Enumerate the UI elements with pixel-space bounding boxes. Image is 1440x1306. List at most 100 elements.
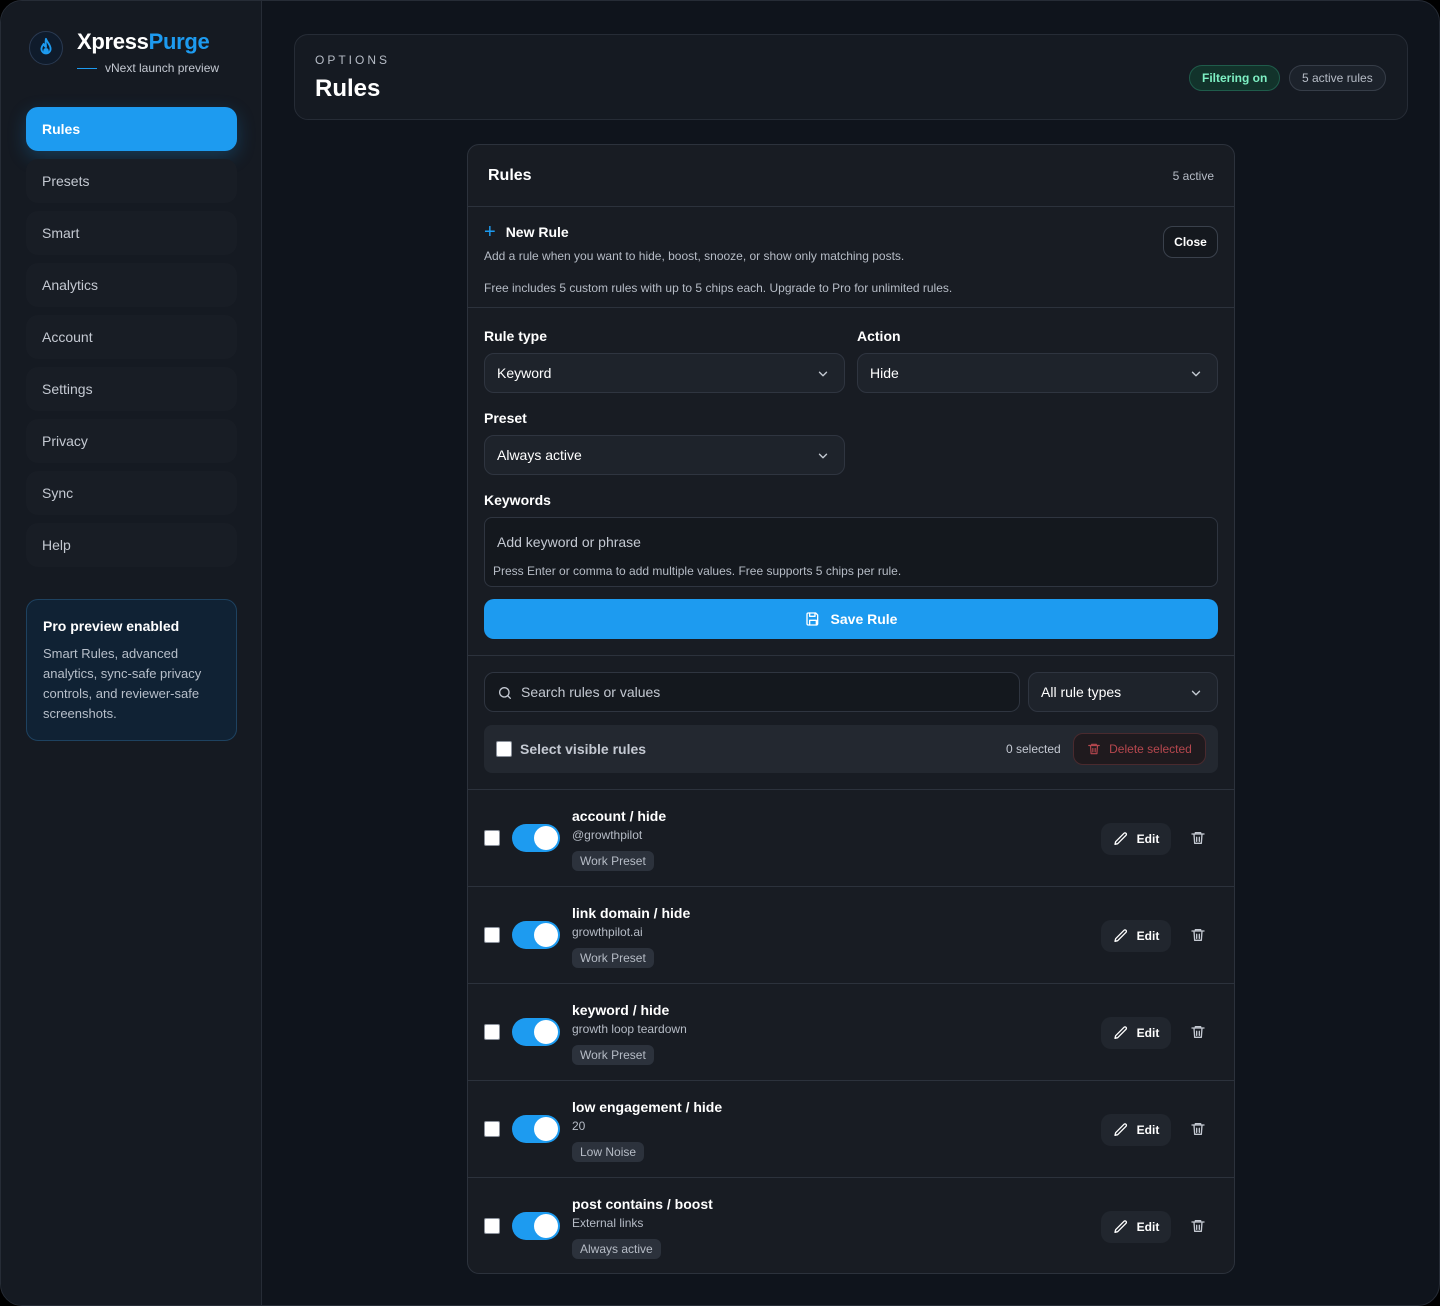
brand-name-part2: Purge bbox=[148, 29, 210, 54]
search-icon bbox=[499, 687, 511, 699]
divider bbox=[468, 655, 1234, 656]
panel-title: Rules bbox=[488, 167, 532, 184]
rule-enabled-toggle[interactable] bbox=[512, 1018, 560, 1046]
chevron-down-icon bbox=[1191, 690, 1201, 696]
preset-label: Preset bbox=[484, 410, 527, 426]
trash-icon[interactable] bbox=[1190, 927, 1206, 943]
rule-type-value: Keyword bbox=[497, 365, 552, 381]
edit-label: Edit bbox=[1136, 1220, 1160, 1234]
edit-rule-button[interactable]: Edit bbox=[1101, 1114, 1171, 1146]
rule-value: 20 bbox=[572, 1119, 586, 1133]
trash-icon[interactable] bbox=[1190, 1121, 1206, 1137]
edit-rule-button[interactable]: Edit bbox=[1101, 1211, 1171, 1243]
rule-type-filter-select[interactable]: All rule types bbox=[1028, 672, 1218, 712]
rule-title: post contains / boost bbox=[572, 1196, 713, 1212]
plus-icon: + bbox=[484, 221, 496, 243]
close-button[interactable]: Close bbox=[1163, 226, 1218, 258]
rule-title: link domain / hide bbox=[572, 905, 691, 921]
trash-icon[interactable] bbox=[1190, 1218, 1206, 1234]
rule-preset-tag: Low Noise bbox=[572, 1142, 645, 1162]
sidebar: XpressPurge vNext launch preview Rules P… bbox=[1, 1, 262, 1305]
rule-checkbox[interactable] bbox=[484, 830, 500, 846]
rule-checkbox[interactable] bbox=[484, 1218, 500, 1234]
action-select[interactable]: Hide bbox=[857, 353, 1218, 393]
rule-row: keyword / hide growth loop teardown Work… bbox=[468, 983, 1234, 1080]
sidebar-item-help[interactable]: Help bbox=[26, 523, 237, 567]
rule-type-select[interactable]: Keyword bbox=[484, 353, 845, 393]
sidebar-nav: Rules Presets Smart Analytics Account Se… bbox=[26, 107, 237, 575]
action-value: Hide bbox=[870, 365, 899, 381]
edit-label: Edit bbox=[1136, 929, 1160, 943]
sidebar-item-account[interactable]: Account bbox=[26, 315, 237, 359]
sidebar-item-analytics[interactable]: Analytics bbox=[26, 263, 237, 307]
keywords-label: Keywords bbox=[484, 492, 551, 508]
keywords-field: Press Enter or comma to add multiple val… bbox=[484, 517, 1218, 587]
pro-card-text: Smart Rules, advanced analytics, sync-sa… bbox=[43, 646, 202, 721]
sidebar-item-presets[interactable]: Presets bbox=[26, 159, 237, 203]
action-label: Action bbox=[857, 328, 901, 344]
brand-subtitle: vNext launch preview bbox=[77, 61, 219, 75]
rule-checkbox[interactable] bbox=[484, 1024, 500, 1040]
chevron-down-icon bbox=[1191, 371, 1201, 377]
edit-rule-button[interactable]: Edit bbox=[1101, 920, 1171, 952]
pro-preview-card: Pro preview enabled Smart Rules, advance… bbox=[26, 599, 237, 741]
delete-selected-label: Delete selected bbox=[1109, 742, 1192, 756]
brand: XpressPurge vNext launch preview bbox=[29, 29, 239, 81]
rule-preset-tag: Always active bbox=[572, 1239, 661, 1259]
rule-enabled-toggle[interactable] bbox=[512, 1115, 560, 1143]
edit-rule-button[interactable]: Edit bbox=[1101, 1017, 1171, 1049]
active-rules-badge: 5 active rules bbox=[1289, 65, 1386, 91]
edit-label: Edit bbox=[1136, 832, 1160, 846]
sidebar-item-sync[interactable]: Sync bbox=[26, 471, 237, 515]
save-rule-label: Save Rule bbox=[830, 611, 898, 627]
rule-row: post contains / boost External links Alw… bbox=[468, 1177, 1234, 1273]
app-window: XpressPurge vNext launch preview Rules P… bbox=[0, 0, 1440, 1306]
rule-title: account / hide bbox=[572, 808, 667, 824]
trash-icon bbox=[1088, 743, 1100, 755]
new-rule-description: Add a rule when you want to hide, boost,… bbox=[484, 249, 905, 263]
brand-name: XpressPurge bbox=[77, 29, 210, 55]
rule-preset-tag: Work Preset bbox=[572, 948, 654, 968]
edit-rule-button[interactable]: Edit bbox=[1101, 823, 1171, 855]
rule-value: External links bbox=[572, 1216, 644, 1230]
trash-icon[interactable] bbox=[1190, 1024, 1206, 1040]
rules-panel: Rules 5 active + New Rule Add a rule whe… bbox=[467, 144, 1235, 1274]
keyword-input[interactable] bbox=[497, 534, 1197, 550]
keywords-hint: Press Enter or comma to add multiple val… bbox=[493, 564, 902, 578]
rule-preset-tag: Work Preset bbox=[572, 851, 654, 871]
rule-row: account / hide @growthpilot Work Preset … bbox=[468, 789, 1234, 886]
sidebar-item-rules[interactable]: Rules bbox=[26, 107, 237, 151]
save-rule-button[interactable]: Save Rule bbox=[484, 599, 1218, 639]
search-input[interactable] bbox=[521, 684, 1001, 700]
preset-select[interactable]: Always active bbox=[484, 435, 845, 475]
trash-icon[interactable] bbox=[1190, 830, 1206, 846]
filtering-status-badge: Filtering on bbox=[1189, 65, 1281, 91]
flame-icon bbox=[29, 31, 63, 65]
header-eyebrow: OPTIONS bbox=[315, 53, 391, 67]
select-visible-checkbox[interactable] bbox=[496, 741, 512, 757]
rule-type-filter-value: All rule types bbox=[1041, 684, 1122, 700]
rule-value: @growthpilot bbox=[572, 828, 643, 842]
sidebar-item-privacy[interactable]: Privacy bbox=[26, 419, 237, 463]
rule-row: low engagement / hide 20 Low Noise Edit bbox=[468, 1080, 1234, 1177]
sidebar-item-smart[interactable]: Smart bbox=[26, 211, 237, 255]
rules-list: account / hide @growthpilot Work Preset … bbox=[468, 789, 1234, 1273]
select-visible-label: Select visible rules bbox=[520, 741, 647, 757]
new-rule-title: + New Rule bbox=[484, 221, 569, 243]
rule-checkbox[interactable] bbox=[484, 927, 500, 943]
edit-label: Edit bbox=[1136, 1026, 1160, 1040]
sidebar-item-settings[interactable]: Settings bbox=[26, 367, 237, 411]
delete-selected-button[interactable]: Delete selected bbox=[1073, 733, 1206, 765]
rule-value: growthpilot.ai bbox=[572, 925, 643, 939]
rule-enabled-toggle[interactable] bbox=[512, 1212, 560, 1240]
free-plan-note: Free includes 5 custom rules with up to … bbox=[484, 281, 953, 295]
pencil-icon bbox=[1113, 1123, 1127, 1136]
rule-preset-tag: Work Preset bbox=[572, 1045, 654, 1065]
rule-value: growth loop teardown bbox=[572, 1022, 687, 1036]
active-count: 5 active bbox=[1172, 169, 1214, 183]
rule-title: keyword / hide bbox=[572, 1002, 670, 1018]
rule-checkbox[interactable] bbox=[484, 1121, 500, 1137]
rule-enabled-toggle[interactable] bbox=[512, 921, 560, 949]
rule-enabled-toggle[interactable] bbox=[512, 824, 560, 852]
page-title: Rules bbox=[315, 75, 381, 102]
